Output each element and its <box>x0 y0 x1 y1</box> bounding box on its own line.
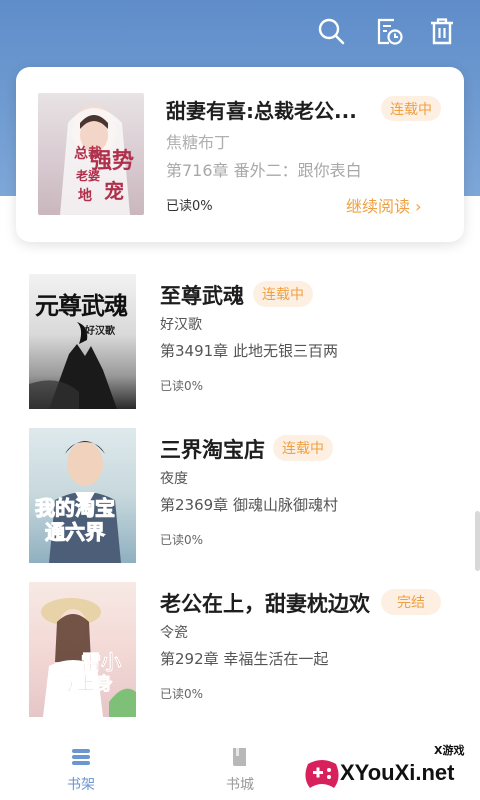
featured-cover-text-4: 地 <box>78 188 92 204</box>
book-cover[interactable]: 雷小 欺上身 <box>29 582 136 717</box>
gamepad-logo-icon <box>305 760 339 788</box>
book-icon <box>233 748 246 766</box>
watermark-tag: X游戏 <box>434 744 465 757</box>
site-watermark: XYouXi.net X游戏 <box>300 740 480 800</box>
status-badge: 连载中 <box>253 281 313 307</box>
list-item[interactable]: 元尊武魂 好汉歌 至尊武魂 连载中 好汉歌 第3491章 此地无银三百两 已读0… <box>0 274 480 414</box>
featured-book-title: 甜妻有喜:总裁老公... <box>166 99 357 123</box>
book-read-progress: 已读0% <box>160 687 204 701</box>
book-cover-title-2: 欺上身 <box>59 674 114 696</box>
list-item[interactable]: 我的淘宝 通六界 三界淘宝店 连载中 夜度 第2369章 御魂山脉御魂村 已读0… <box>0 428 480 568</box>
book-author: 令瓷 <box>160 625 188 641</box>
featured-cover-text-2: 宠 <box>104 179 124 203</box>
featured-book-cover[interactable]: 强势 总裁 宠 老婆 地 <box>38 93 144 215</box>
book-cover[interactable]: 元尊武魂 好汉歌 <box>29 274 136 409</box>
book-author: 好汉歌 <box>160 317 202 333</box>
nav-item-bookstore[interactable]: 书城 <box>210 738 270 794</box>
book-cover-title: 元尊武魂 <box>35 291 128 320</box>
book-title: 三界淘宝店 <box>160 438 265 462</box>
featured-cover-text-0: 总裁 <box>74 146 102 162</box>
book-chapter: 第292章 幸福生活在一起 <box>160 650 329 668</box>
continue-reading-button[interactable]: 继续阅读 › <box>346 193 422 217</box>
featured-book-chapter: 第716章 番外二：跟你表白 <box>166 161 362 180</box>
book-author: 夜度 <box>160 471 188 487</box>
trash-icon[interactable] <box>425 14 459 48</box>
nav-label-bookshelf: 书架 <box>67 777 95 793</box>
book-chapter: 第3491章 此地无银三百两 <box>160 342 338 360</box>
nav-item-bookshelf[interactable]: 书架 <box>51 738 111 794</box>
featured-read-progress: 已读0% <box>166 199 213 214</box>
watermark-site-text: XYouXi.net <box>340 760 455 785</box>
book-title: 老公在上，甜妻枕边欢 <box>160 592 370 616</box>
status-badge: 连载中 <box>381 96 441 121</box>
featured-book-card[interactable]: 强势 总裁 宠 老婆 地 甜妻有喜:总裁老公... 连载中 焦糖布丁 第716章… <box>16 67 464 242</box>
featured-cover-text-3: 老婆 <box>76 169 101 183</box>
bookshelf-icon <box>72 749 90 765</box>
book-cover-author: 好汉歌 <box>85 326 115 337</box>
list-item[interactable]: 雷小 欺上身 老公在上，甜妻枕边欢 完结 令瓷 第292章 幸福生活在一起 已读… <box>0 582 480 722</box>
featured-book-author: 焦糖布丁 <box>166 133 231 152</box>
status-badge: 连载中 <box>273 435 333 461</box>
book-title: 至尊武魂 <box>160 284 244 308</box>
status-badge: 完结 <box>381 589 441 615</box>
top-toolbar <box>0 0 480 62</box>
book-chapter: 第2369章 御魂山脉御魂村 <box>160 496 338 514</box>
history-icon[interactable] <box>372 14 406 48</box>
book-cover[interactable]: 我的淘宝 通六界 <box>29 428 136 563</box>
book-cover-title-2: 通六界 <box>45 520 106 545</box>
nav-label-bookstore: 书城 <box>226 777 254 793</box>
scrollbar-thumb[interactable] <box>475 511 480 571</box>
search-icon[interactable] <box>314 14 348 48</box>
book-read-progress: 已读0% <box>160 533 204 547</box>
book-read-progress: 已读0% <box>160 379 204 393</box>
